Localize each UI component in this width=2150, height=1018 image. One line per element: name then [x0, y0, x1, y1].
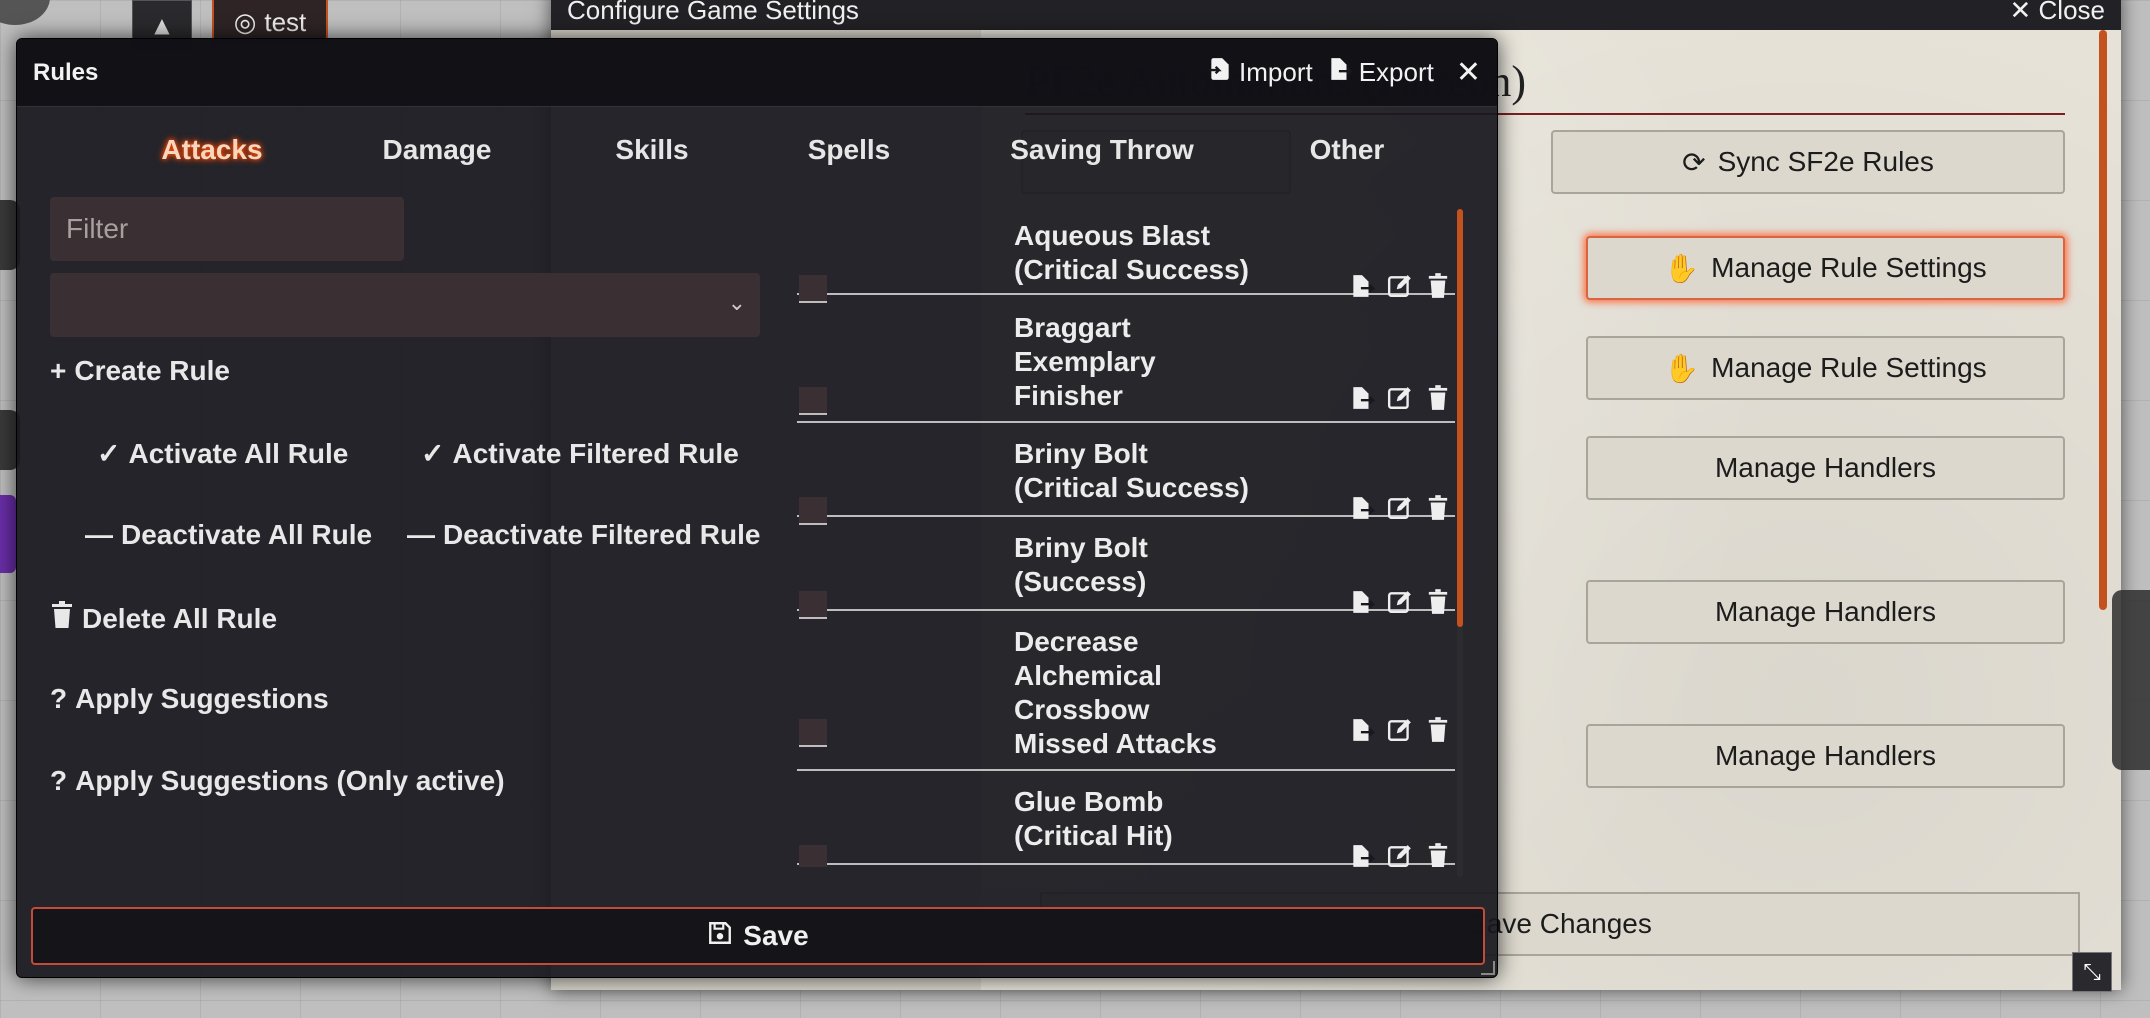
sync-sf2e-rules-button[interactable]: ⟳ Sync SF2e Rules — [1551, 130, 2065, 194]
check-icon: ✓ — [421, 438, 445, 469]
rule-label: Aqueous Blast (Critical Success) — [1014, 220, 1249, 285]
question-icon: ? — [50, 765, 68, 796]
export-icon[interactable] — [1347, 715, 1377, 745]
import-button[interactable]: Import — [1207, 56, 1313, 89]
rule-checkbox[interactable] — [799, 387, 827, 415]
hand-icon: ✋ — [1664, 352, 1700, 384]
rules-list-scrollbar-thumb[interactable] — [1457, 209, 1463, 627]
expand-icon[interactable]: ⤡ — [2072, 952, 2112, 992]
activate-all-rule-button[interactable]: ✓ Activate All Rule — [97, 437, 348, 470]
import-icon — [1207, 56, 1233, 89]
tab-other[interactable]: Other — [1242, 134, 1452, 166]
rules-list: Aqueous Blast (Critical Success) Braggar… — [797, 207, 1473, 867]
trash-icon[interactable] — [1423, 715, 1453, 745]
delete-all-rule-button[interactable]: Delete All Rule — [50, 601, 277, 636]
save-button[interactable]: Save — [31, 907, 1485, 965]
rule-label: Briny Bolt (Success) — [1014, 532, 1148, 597]
tab-skills[interactable]: Skills — [547, 134, 757, 166]
manage-rule-settings-button-2[interactable]: ✋ Manage Rule Settings — [1586, 336, 2065, 400]
deactivate-all-rule-button[interactable]: — Deactivate All Rule — [85, 519, 372, 551]
manage-handlers-button-3[interactable]: Manage Handlers — [1586, 724, 2065, 788]
rules-filter-input[interactable] — [50, 197, 404, 261]
configure-settings-title: Configure Game Settings — [567, 0, 859, 25]
tab-saving-throw[interactable]: Saving Throw — [977, 134, 1227, 166]
manage-rule-settings-button[interactable]: ✋ Manage Rule Settings — [1586, 236, 2065, 300]
edit-icon[interactable] — [1385, 715, 1415, 745]
minus-icon: — — [85, 519, 113, 550]
window-resize-handle[interactable] — [1481, 961, 1495, 975]
rules-header: Rules Import Export ✕ — [17, 39, 1497, 107]
rules-window: Rules Import Export ✕ Attacks Damage Ski… — [16, 38, 1498, 978]
rule-label: Glue Bomb (Critical Hit) — [1014, 786, 1173, 851]
apply-suggestions-button[interactable]: ? Apply Suggestions — [50, 683, 329, 715]
export-button[interactable]: Export — [1327, 56, 1434, 89]
scene-marker — [0, 495, 16, 573]
configure-scrollbar[interactable] — [2099, 30, 2107, 610]
chevron-down-icon: ⌄ — [727, 291, 746, 316]
edit-icon[interactable] — [1385, 383, 1415, 413]
scene-ornament — [2112, 590, 2150, 770]
tab-attacks[interactable]: Attacks — [107, 134, 317, 166]
edit-icon[interactable] — [1385, 841, 1415, 867]
close-icon[interactable]: ✕ — [1456, 55, 1481, 90]
manage-handlers-button[interactable]: Manage Handlers — [1586, 436, 2065, 500]
tab-damage[interactable]: Damage — [332, 134, 542, 166]
activate-filtered-rule-button[interactable]: ✓ Activate Filtered Rule — [421, 437, 739, 470]
question-icon: ? — [50, 683, 68, 714]
rule-checkbox[interactable] — [799, 719, 827, 747]
rule-label: Braggart Exemplary Finisher — [1014, 312, 1156, 411]
check-icon: ✓ — [97, 438, 121, 469]
configure-settings-header: Configure Game Settings ✕ Close — [551, 0, 2121, 30]
rules-title: Rules — [33, 58, 99, 86]
export-icon[interactable] — [1347, 383, 1377, 413]
hand-icon: ✋ — [1664, 252, 1700, 284]
rules-tabs: Attacks Damage Skills Spells Saving Thro… — [17, 134, 1447, 184]
export-icon[interactable] — [1347, 841, 1377, 867]
export-icon — [1327, 56, 1354, 89]
trash-icon — [50, 601, 74, 636]
manage-handlers-button-2[interactable]: Manage Handlers — [1586, 580, 2065, 644]
floppy-disk-icon — [707, 920, 733, 953]
rule-checkbox[interactable] — [799, 845, 827, 867]
trash-icon[interactable] — [1423, 383, 1453, 413]
minus-icon: — — [407, 519, 435, 550]
tab-spells[interactable]: Spells — [744, 134, 954, 166]
scene-token — [0, 0, 50, 25]
rule-label: Decrease Alchemical Crossbow Missed Atta… — [1014, 626, 1217, 759]
rules-category-select[interactable]: ⌄ — [50, 273, 760, 337]
rule-label: Briny Bolt (Critical Success) — [1014, 438, 1249, 503]
scene-tab-label: test — [264, 6, 307, 37]
trash-icon[interactable] — [1423, 841, 1453, 867]
apply-suggestions-active-button[interactable]: ? Apply Suggestions (Only active) — [50, 765, 505, 797]
sync-icon: ⟳ — [1682, 146, 1706, 178]
create-rule-button[interactable]: + Create Rule — [50, 355, 230, 387]
plus-icon: + — [50, 355, 67, 386]
deactivate-filtered-rule-button[interactable]: — Deactivate Filtered Rule — [407, 519, 760, 551]
configure-close-button[interactable]: ✕ Close — [2010, 0, 2106, 26]
target-icon: ◎ — [233, 6, 257, 37]
